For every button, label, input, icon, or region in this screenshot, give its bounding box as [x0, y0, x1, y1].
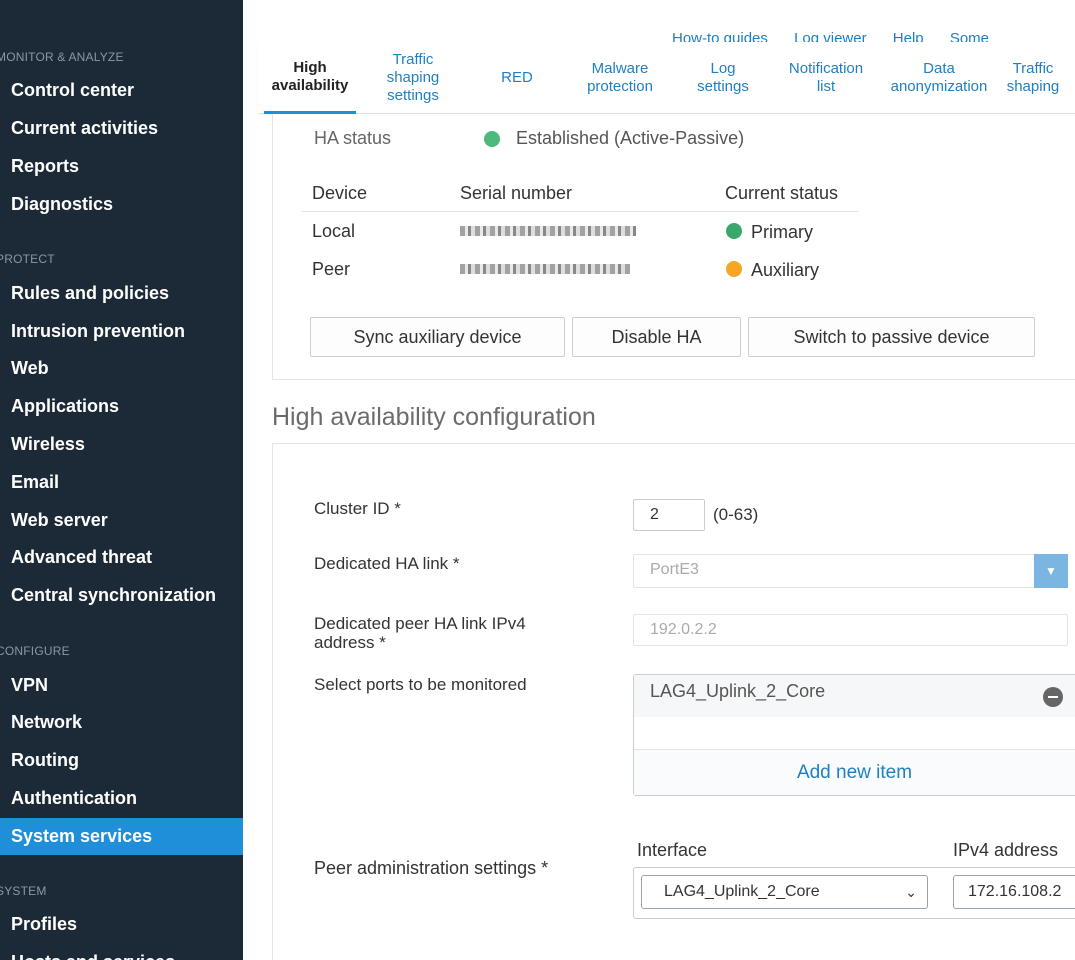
section-title: High availability configuration [272, 403, 596, 431]
ha-status-label: HA status [314, 128, 392, 148]
ha-link-label: Dedicated HA link * [314, 554, 460, 573]
ha-link-dropdown-button[interactable]: ▼ [1034, 554, 1068, 588]
serial-redacted-local [460, 226, 636, 236]
peer-ipv4-input[interactable]: 172.16.108.2 [953, 875, 1075, 909]
tab-label: RED [501, 69, 533, 86]
remove-icon[interactable] [1043, 687, 1063, 707]
switch-passive-button[interactable]: Switch to passive device [748, 317, 1035, 357]
tab-data-anonymization[interactable]: Data anonymization [880, 42, 998, 114]
sidebar-item-email[interactable]: Email [0, 465, 243, 499]
port-item-text: LAG4_Uplink_2_Core [650, 681, 826, 701]
interface-select[interactable]: LAG4_Uplink_2_Core ⌄ [641, 875, 928, 909]
tab-label: Traffic shaping settings [386, 51, 440, 104]
tab-high-availability[interactable]: High availability [264, 42, 356, 114]
interface-select-value: LAG4_Uplink_2_Core [664, 883, 820, 900]
sidebar-item-central-synchronization[interactable]: Central synchronization [0, 578, 243, 612]
col-header-device: Device [312, 183, 368, 203]
cluster-id-input[interactable]: 2 [633, 499, 705, 531]
tab-traffic-shaping-settings[interactable]: Traffic shaping settings [370, 42, 456, 114]
sidebar-item-hosts-and-services[interactable]: Hosts and services [0, 945, 243, 960]
sidebar-item-routing[interactable]: Routing [0, 743, 243, 777]
cluster-id-range: (0-63) [713, 505, 759, 524]
add-new-item-button[interactable]: Add new item [634, 750, 1075, 795]
sync-auxiliary-button[interactable]: Sync auxiliary device [310, 317, 565, 357]
established-status-icon [484, 131, 500, 147]
tab-log-settings[interactable]: Log settings [682, 42, 764, 114]
tab-bar: High availability Traffic shaping settin… [258, 42, 1075, 114]
sidebar-item-network[interactable]: Network [0, 705, 243, 739]
tab-label: High availability [271, 58, 349, 94]
sidebar-item-profiles[interactable]: Profiles [0, 907, 243, 941]
row-local-status: Primary [751, 222, 813, 242]
sidebar-item-web[interactable]: Web [0, 351, 243, 385]
row-peer-device: Peer [312, 259, 351, 279]
tab-label: Notification list [788, 60, 864, 95]
sidebar-item-rules-and-policies[interactable]: Rules and policies [0, 276, 243, 310]
cluster-id-label: Cluster ID * [314, 499, 401, 518]
tab-notification-list[interactable]: Notification list [778, 42, 874, 114]
peer-ip-input[interactable]: 192.0.2.2 [633, 614, 1068, 646]
disable-ha-button[interactable]: Disable HA [572, 317, 741, 357]
table-header-divider [302, 211, 858, 212]
ports-label: Select ports to be monitored [314, 675, 527, 694]
row-local-device: Local [312, 221, 356, 241]
section-system: SYSTEM [0, 884, 47, 898]
list-item: LAG4_Uplink_2_Core [634, 675, 1075, 717]
chevron-down-icon: ▼ [1045, 564, 1057, 578]
col-header-current-status: Current status [725, 183, 839, 203]
tab-label: Traffic shaping [1006, 60, 1060, 95]
tab-label: Log settings [697, 60, 749, 95]
sidebar-item-system-services[interactable]: System services [0, 818, 243, 855]
sidebar-item-vpn[interactable]: VPN [0, 668, 243, 702]
ha-status-value: Established (Active-Passive) [516, 128, 745, 148]
tab-red[interactable]: RED [484, 42, 550, 114]
row-peer-status: Auxiliary [751, 260, 820, 280]
tab-traffic-shaping[interactable]: Traffic shaping [998, 42, 1068, 114]
tab-label: Malware protection [587, 60, 653, 95]
peer-admin-label: Peer administration settings * [314, 858, 549, 878]
serial-redacted-peer [460, 264, 630, 274]
primary-status-icon [726, 223, 742, 239]
peer-ip-label-line1: Dedicated peer HA link IPv4 [314, 614, 526, 633]
sidebar-item-diagnostics[interactable]: Diagnostics [0, 187, 243, 221]
sidebar-item-advanced-threat[interactable]: Advanced threat [0, 540, 243, 574]
ipv4-column-label: IPv4 address [953, 840, 1059, 860]
ha-link-select[interactable]: PortE3 [633, 554, 1035, 588]
sidebar-item-reports[interactable]: Reports [0, 149, 243, 183]
section-protect: PROTECT [0, 252, 55, 266]
sidebar-item-applications[interactable]: Applications [0, 389, 243, 423]
tab-label: Data anonymization [890, 60, 988, 95]
auxiliary-status-icon [726, 261, 742, 277]
interface-column-label: Interface [637, 840, 708, 860]
chevron-down-icon: ⌄ [905, 884, 917, 900]
sidebar-item-control-center[interactable]: Control center [0, 73, 243, 107]
sidebar: MONITOR & ANALYZE Control center Current… [0, 0, 243, 960]
sidebar-item-authentication[interactable]: Authentication [0, 781, 243, 815]
section-monitor-analyze: MONITOR & ANALYZE [0, 50, 124, 64]
sidebar-item-intrusion-prevention[interactable]: Intrusion prevention [0, 314, 243, 348]
tab-malware-protection[interactable]: Malware protection [574, 42, 666, 114]
sidebar-item-web-server[interactable]: Web server [0, 503, 243, 537]
col-header-serial: Serial number [460, 183, 573, 203]
section-configure: CONFIGURE [0, 644, 70, 658]
peer-ip-label-line2: address * [314, 633, 386, 652]
sidebar-item-current-activities[interactable]: Current activities [0, 111, 243, 145]
sidebar-item-wireless[interactable]: Wireless [0, 427, 243, 461]
